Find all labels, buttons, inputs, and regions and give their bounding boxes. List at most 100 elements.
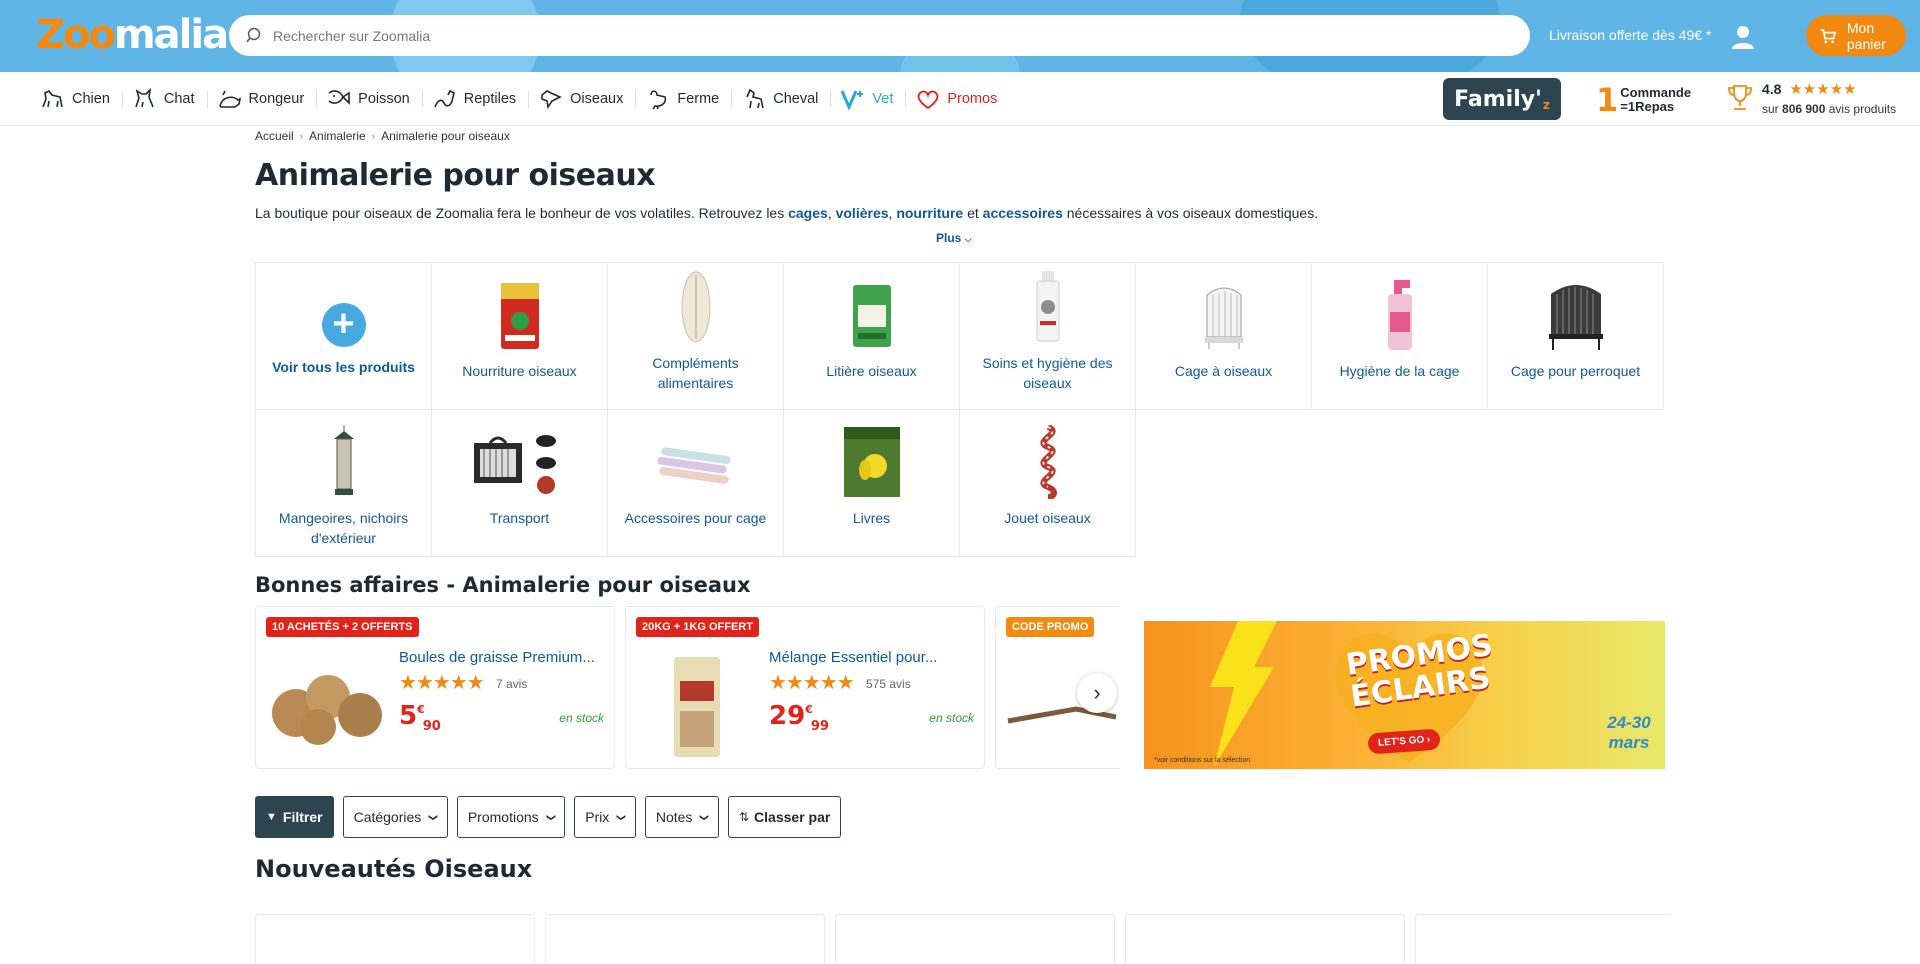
breadcrumb-separator: › (371, 130, 376, 142)
heart-icon (918, 90, 939, 109)
notes-dropdown[interactable]: Notes ❯ (644, 796, 719, 838)
search-bar[interactable] (229, 15, 1530, 56)
nav-item-chat[interactable]: Chat (121, 72, 207, 126)
repas-line2: =1Repas (1620, 99, 1675, 114)
category-litiere[interactable]: Litière oiseaux (783, 262, 960, 410)
category-label: Transport (489, 510, 550, 526)
deal-badge: 10 ACHETÉS + 2 OFFERTS (266, 617, 419, 637)
more-button[interactable]: Plus ⌵ (936, 231, 972, 245)
price-int: 29 (769, 701, 806, 731)
chevron-down-icon: ❯ (428, 813, 439, 821)
product-card[interactable] (835, 914, 1115, 964)
user-account-icon[interactable] (1728, 22, 1758, 52)
sort-icon: ⇅ (738, 810, 750, 824)
global-rating[interactable]: 4.8 ★★★★★ sur 806 900 avis produits (1726, 80, 1896, 116)
filter-bar: ▼ Filtrer Catégories ❯ Promotions ❯ Prix ❯ N… (255, 796, 842, 838)
nav-label: Vet (872, 90, 894, 107)
filter-button[interactable]: ▼ Filtrer (255, 796, 334, 838)
repas-line1: Commande (1620, 85, 1692, 100)
nav-item-ferme[interactable]: Ferme (635, 72, 731, 126)
rodent-icon (218, 90, 241, 108)
categories-dropdown[interactable]: Catégories ❯ (342, 796, 448, 838)
dropdown-label: Notes (655, 809, 693, 825)
category-mangeoires[interactable]: Mangeoires, nichoirs d'extérieur (255, 409, 432, 557)
rating-text: 4.8 ★★★★★ sur 806 900 avis produits (1762, 80, 1896, 116)
vet-icon (841, 89, 864, 111)
filter-funnel-icon: ▼ (266, 811, 277, 823)
commande-repas-link[interactable]: 1 Commande =1Repas (1596, 84, 1691, 116)
lightning-bolt-icon (1210, 621, 1277, 767)
rating-count: sur 806 900 avis produits (1762, 102, 1896, 116)
chevron-down-icon: ❯ (699, 813, 710, 821)
category-nourriture-oiseaux[interactable]: Nourriture oiseaux (431, 262, 608, 410)
category-cage-perroquet[interactable]: Cage pour perroquet (1487, 262, 1664, 410)
cart-label: Mon panier (1846, 19, 1886, 52)
nav-label: Promos (947, 90, 998, 107)
category-label: Accessoires pour cage (624, 510, 767, 526)
category-complements[interactable]: Compléments alimentaires (607, 262, 784, 410)
product-card[interactable] (1125, 914, 1405, 964)
carousel-next-button[interactable]: › (1077, 673, 1117, 713)
category-transport[interactable]: Transport (431, 409, 608, 557)
link-cages[interactable]: cages (788, 205, 828, 221)
category-soins-hygiene[interactable]: Soins et hygiène des oiseaux (959, 262, 1136, 410)
deals-title: Bonnes affaires - Animalerie pour oiseau… (255, 573, 751, 597)
nav-item-cheval[interactable]: Cheval (731, 72, 830, 126)
deal-rating-stars: ★★★★★ (399, 672, 485, 694)
rating-prefix: sur (1762, 102, 1779, 116)
nav-item-vet[interactable]: Vet (830, 72, 905, 126)
cart-button[interactable]: Mon panier (1806, 15, 1906, 56)
category-livres[interactable]: Livres (783, 409, 960, 557)
breadcrumb-animalerie[interactable]: Animalerie (309, 129, 366, 143)
product-card[interactable] (1415, 914, 1670, 964)
promo-dates: 24-30 mars (1607, 713, 1651, 752)
sort-button[interactable]: ⇅ Classer par (727, 796, 842, 838)
plus-icon: + (321, 303, 366, 347)
breadcrumb-separator: › (299, 130, 304, 142)
link-nourriture[interactable]: nourriture (896, 205, 963, 221)
cleaner-spray-image (1360, 275, 1440, 355)
nav-item-reptiles[interactable]: Reptiles (421, 72, 528, 126)
arrow-right-icon: › (1426, 734, 1431, 746)
nav-item-chien[interactable]: Chien (30, 72, 122, 126)
link-accessoires[interactable]: accessoires (983, 205, 1063, 221)
nav-item-poisson[interactable]: Poisson (316, 72, 422, 126)
breadcrumb-current: Animalerie pour oiseaux (381, 129, 510, 143)
category-label: Voir tous les produits (272, 359, 415, 375)
nav-label: Poisson (358, 90, 410, 107)
dropdown-label: Catégories (353, 809, 422, 825)
deal-card[interactable]: 20KG + 1KG OFFERT Mélange Essentiel pour… (625, 606, 985, 769)
promotions-dropdown[interactable]: Promotions ❯ (456, 796, 566, 838)
category-cage-oiseaux[interactable]: Cage à oiseaux (1135, 262, 1312, 410)
parrot-cage-image (1536, 275, 1616, 355)
category-accessoires-cage[interactable]: Accessoires pour cage (607, 409, 784, 557)
deal-badge: CODE PROMO (1006, 617, 1095, 637)
repas-number: 1 (1596, 81, 1619, 119)
link-volieres[interactable]: volières (836, 205, 889, 221)
category-label: Nourriture oiseaux (462, 363, 577, 379)
book-image (832, 422, 912, 502)
search-input[interactable] (273, 27, 1473, 44)
familyz-button[interactable]: Family' z (1443, 78, 1561, 120)
deal-price: 29€99 (769, 701, 829, 734)
deal-product-name: Mélange Essentiel pour... (769, 649, 938, 666)
category-all-products[interactable]: + Voir tous les produits (255, 262, 432, 410)
farm-icon (650, 89, 667, 109)
product-card[interactable] (545, 914, 825, 964)
nav-item-oiseaux[interactable]: Oiseaux (528, 72, 635, 126)
deal-card[interactable]: 10 ACHETÉS + 2 OFFERTS Boules de graisse… (255, 606, 615, 769)
nav-item-promos[interactable]: Promos (905, 72, 1009, 126)
zoomalia-logo[interactable]: Zoomalia (36, 12, 229, 58)
search-icon (246, 27, 261, 42)
price-dropdown[interactable]: Prix ❯ (574, 796, 636, 838)
breadcrumb-accueil[interactable]: Accueil (255, 129, 294, 143)
category-hygiene-cage[interactable]: Hygiène de la cage (1311, 262, 1488, 410)
promo-banner[interactable]: PROMOS ÉCLAIRS LET'S GO › 24-30 mars *vo… (1144, 621, 1665, 769)
familyz-sub: z (1542, 98, 1550, 112)
category-jouet-oiseaux[interactable]: Jouet oiseaux (959, 409, 1136, 557)
new-products-list (255, 914, 1670, 964)
intro-end: nécessaires à vos oiseaux domestiques. (1062, 205, 1319, 221)
nav-item-rongeur[interactable]: Rongeur (206, 72, 317, 126)
product-card[interactable] (255, 914, 535, 964)
rating-score: 4.8 (1762, 81, 1782, 97)
